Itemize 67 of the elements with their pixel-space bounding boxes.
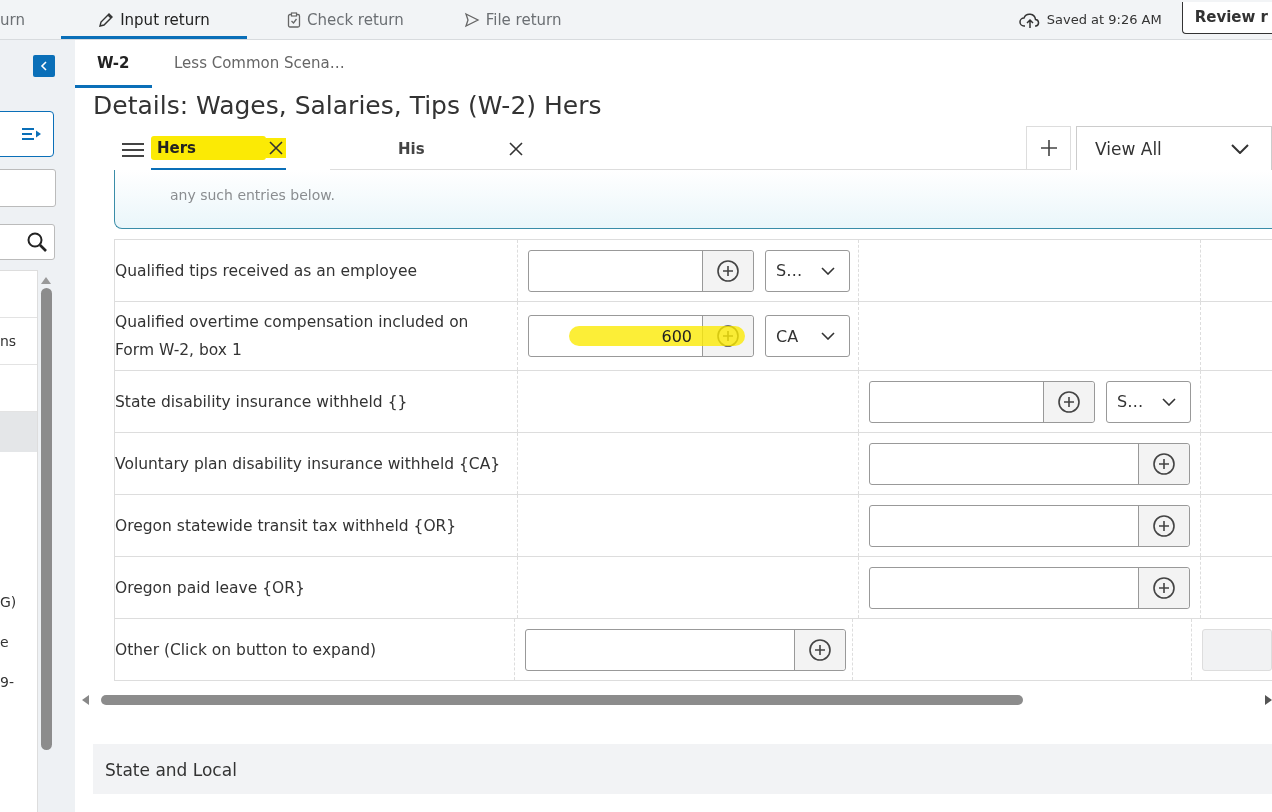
pencil-icon <box>98 11 115 28</box>
text-field[interactable] <box>0 169 56 207</box>
info-text: any such entries below. <box>170 187 335 203</box>
up-arrow-icon <box>41 276 51 284</box>
add-button[interactable] <box>793 629 845 670</box>
add-button[interactable] <box>702 250 753 291</box>
add-button[interactable] <box>1043 381 1094 422</box>
amount-field[interactable] <box>524 628 846 671</box>
sidebar-item[interactable]: ns <box>0 318 37 365</box>
sidebar-item[interactable]: G) <box>0 582 37 622</box>
add-button[interactable] <box>1138 443 1189 484</box>
chevron-down-icon <box>1162 397 1176 406</box>
chevron-down-icon <box>821 332 835 340</box>
plus-circle-icon <box>1152 451 1176 476</box>
nav-tab[interactable]: Input return <box>60 3 247 39</box>
amount-field[interactable] <box>869 442 1190 485</box>
sidebar-item[interactable]: 9- <box>0 662 37 702</box>
page-title: Details: Wages, Salaries, Tips (W-2) Hers <box>93 91 603 120</box>
chevron-left-icon <box>40 61 48 71</box>
row-label: Qualified overtime compensation included on Form W-2, box 1 <box>115 302 518 370</box>
amount-field[interactable] <box>869 504 1190 547</box>
list-toggle-button[interactable] <box>0 111 54 157</box>
collapse-button[interactable] <box>33 55 55 77</box>
plus-circle-icon <box>1152 575 1176 600</box>
menu-icon <box>122 142 144 158</box>
state-dropdown[interactable]: CA <box>765 315 850 357</box>
amount-field[interactable] <box>869 566 1190 609</box>
row-label: Oregon statewide transit tax withheld {OR} <box>115 495 518 556</box>
close-icon <box>268 140 285 156</box>
plus-icon <box>1039 139 1058 157</box>
row-label: Other (Click on button to expand) <box>115 619 515 680</box>
list-icon <box>21 127 43 141</box>
amount-field[interactable] <box>869 380 1095 423</box>
row-label: Voluntary plan disability insurance withheld {CA} <box>115 433 518 494</box>
plus-circle-icon <box>716 258 740 283</box>
plus-circle-icon <box>807 637 832 662</box>
sidebar-item[interactable]: e <box>0 622 37 662</box>
form-tab[interactable]: W-2 <box>75 44 152 88</box>
amount-field[interactable] <box>528 249 754 292</box>
close-icon <box>508 140 525 157</box>
close-button[interactable] <box>266 138 287 158</box>
row-label: Oregon paid leave {OR} <box>115 557 518 618</box>
nav-tab[interactable]: File return <box>463 3 562 39</box>
row-label: State disability insurance withheld {} <box>115 371 518 432</box>
search-field[interactable] <box>0 224 55 260</box>
scroll-thumb[interactable] <box>40 288 52 750</box>
review-button[interactable]: Review r <box>1181 1 1272 34</box>
scroll-thumb[interactable] <box>101 695 1023 705</box>
state-dropdown[interactable]: S… <box>1106 380 1191 423</box>
nav-tab[interactable]: Check return <box>286 3 404 39</box>
plus-circle-icon <box>1057 389 1081 414</box>
plus-circle-icon <box>1152 513 1176 538</box>
chevron-down-icon <box>1231 143 1249 154</box>
clipboard-icon <box>286 11 301 28</box>
left-arrow-icon <box>82 695 89 705</box>
row-label: Qualified tips received as an employee <box>115 240 518 301</box>
search-icon <box>26 231 48 253</box>
state-dropdown[interactable]: S… <box>765 249 850 292</box>
form-tab[interactable]: Less Common Scena… <box>152 44 367 88</box>
send-icon <box>463 11 480 28</box>
nav-tab[interactable]: urn <box>0 3 25 39</box>
right-arrow-icon <box>1265 695 1272 705</box>
section-header: State and Local <box>93 744 1272 794</box>
saved-status: Saved at 9:26 AM <box>1046 12 1162 27</box>
add-button[interactable] <box>1138 505 1189 546</box>
add-button[interactable] <box>1138 567 1189 608</box>
chevron-down-icon <box>821 266 835 275</box>
